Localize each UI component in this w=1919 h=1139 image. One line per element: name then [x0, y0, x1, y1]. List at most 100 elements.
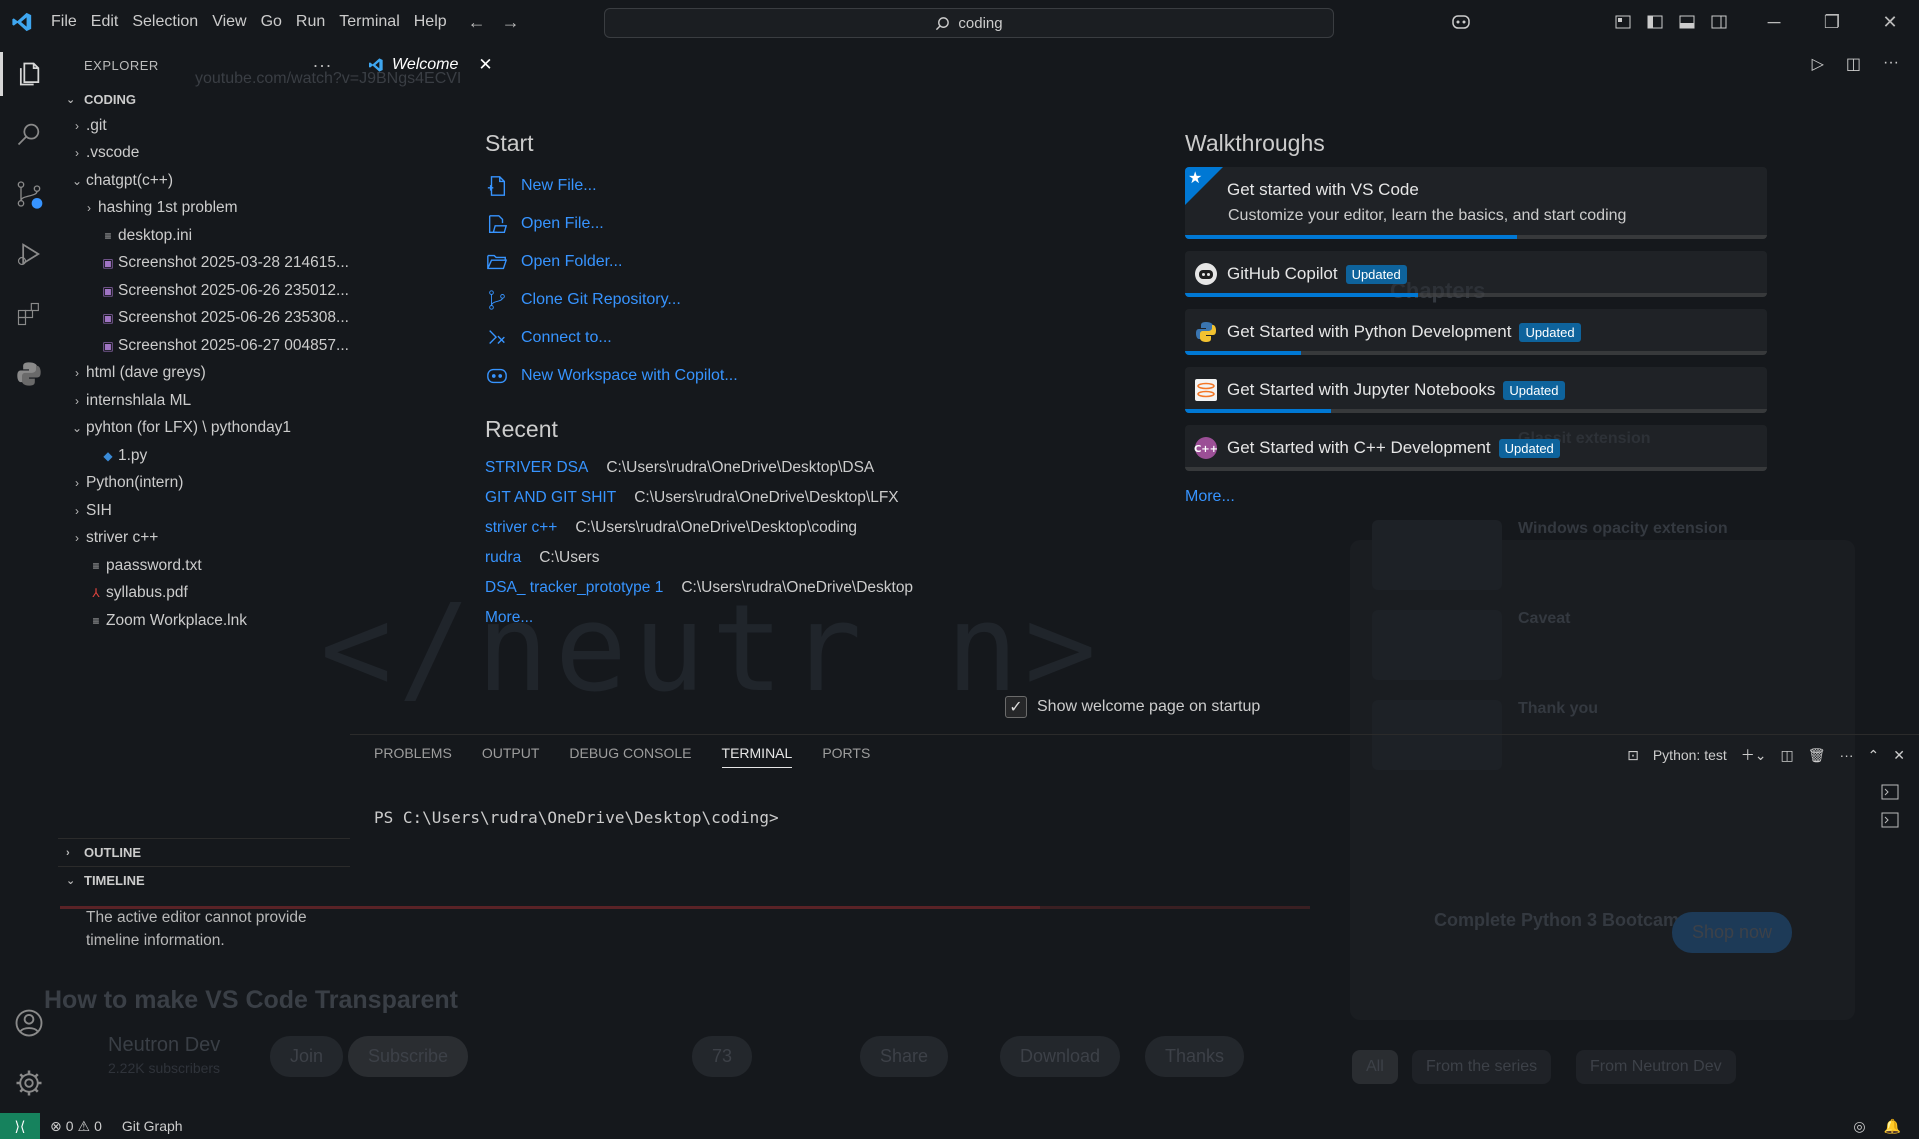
walkthrough-card[interactable]: Get Started with Jupyter Notebooks Update… [1185, 367, 1767, 413]
new-workspace-copilot-link[interactable]: New Workspace with Copilot... [485, 357, 1045, 395]
menu-selection[interactable]: Selection [125, 13, 205, 31]
terminal-instance-icon[interactable] [1881, 811, 1899, 829]
recent-item[interactable]: DSA_ tracker_prototype 1 C:\Users\rudra\O… [485, 573, 1045, 603]
tree-item[interactable]: ≡ desktop.ini [58, 222, 350, 250]
extensions-activity[interactable] [0, 284, 58, 344]
tree-item[interactable]: ▣ Screenshot 2025-06-26 235308... [58, 305, 350, 333]
close-button[interactable]: ✕ [1861, 0, 1919, 44]
tree-item[interactable]: ⌄ chatgpt(c++) [58, 167, 350, 195]
tree-item[interactable]: › .git [58, 112, 350, 140]
recent-item[interactable]: striver c++ C:\Users\rudra\OneDrive\Deskt… [485, 513, 1045, 543]
remote-indicator-icon[interactable]: ⟩⟨ [0, 1113, 40, 1139]
tab-welcome[interactable]: Welcome ✕ [360, 44, 501, 86]
menu-run[interactable]: Run [289, 13, 332, 31]
python-activity[interactable] [0, 344, 58, 404]
recent-more-link[interactable]: More... [485, 603, 1045, 633]
recent-item[interactable]: STRIVER DSA C:\Users\rudra\OneDrive\Deskt… [485, 453, 1045, 483]
recent-item[interactable]: rudra C:\Users [485, 543, 1045, 573]
recent-item-name[interactable]: STRIVER DSA [485, 459, 588, 477]
tree-item[interactable]: › .vscode [58, 140, 350, 168]
restore-button[interactable]: ❐ [1803, 0, 1861, 44]
back-arrow-icon[interactable]: ← [468, 12, 486, 33]
accounts-activity[interactable] [0, 993, 58, 1053]
run-python-icon[interactable]: ▷ [1812, 54, 1824, 74]
tab-ports[interactable]: PORTS [822, 745, 870, 768]
toggle-panel-icon[interactable] [1671, 6, 1703, 38]
notifications-bell-icon[interactable]: 🔔 [1884, 1118, 1901, 1135]
workspace-root[interactable]: ⌄ CODING [58, 86, 350, 112]
problems-status[interactable]: ⊗ 0 ⚠ 0 [40, 1118, 112, 1135]
menu-go[interactable]: Go [254, 13, 289, 31]
customize-layout-icon[interactable] [1607, 6, 1639, 38]
menu-view[interactable]: View [205, 13, 253, 31]
tree-item[interactable]: › striver c++ [58, 525, 350, 553]
close-tab-icon[interactable]: ✕ [478, 55, 492, 75]
tree-item[interactable]: ⅄ syllabus.pdf [58, 580, 350, 608]
walkthrough-card[interactable]: GitHub Copilot Updated [1185, 251, 1767, 297]
tree-item[interactable]: › internshlala ML [58, 387, 350, 415]
tree-item[interactable]: ▣ Screenshot 2025-03-28 214615... [58, 250, 350, 278]
tab-terminal[interactable]: TERMINAL [721, 745, 793, 768]
more-actions-icon[interactable]: ··· [1840, 747, 1854, 763]
menu-terminal[interactable]: Terminal [332, 13, 406, 31]
trash-icon[interactable]: 🗑 [1808, 747, 1826, 764]
terminal-name[interactable]: Python: test [1653, 747, 1727, 763]
search-activity[interactable] [0, 104, 58, 164]
toggle-sidebar-icon[interactable] [1639, 6, 1671, 38]
walkthrough-card[interactable]: C++ Get Started with C++ Development Updat… [1185, 425, 1767, 471]
more-actions-icon[interactable]: ··· [1883, 54, 1899, 74]
show-on-startup[interactable]: ✓ Show welcome page on startup [1005, 696, 1260, 718]
show-on-startup-checkbox[interactable]: ✓ [1005, 696, 1027, 718]
recent-item-name[interactable]: rudra [485, 549, 521, 567]
timeline-section[interactable]: ⌄ TIMELINE [58, 866, 350, 894]
open-folder-link[interactable]: Open Folder... [485, 243, 1045, 281]
outline-section[interactable]: › OUTLINE [58, 838, 350, 866]
split-editor-icon[interactable]: ◫ [1846, 54, 1861, 74]
toggle-secondary-sidebar-icon[interactable] [1703, 6, 1735, 38]
recent-item[interactable]: GIT AND GIT SHIT C:\Users\rudra\OneDrive\… [485, 483, 1045, 513]
command-center[interactable]: coding [604, 8, 1334, 38]
tree-item[interactable]: ≡ Zoom Workplace.lnk [58, 607, 350, 635]
terminal-prompt[interactable]: PS C:\Users\rudra\OneDrive\Desktop\codin… [374, 808, 779, 827]
tree-item[interactable]: › Python(intern) [58, 470, 350, 498]
walk-more-link[interactable]: More... [1185, 483, 1767, 511]
menu-edit[interactable]: Edit [84, 13, 126, 31]
explorer-activity[interactable] [0, 44, 58, 104]
tree-item[interactable]: › hashing 1st problem [58, 195, 350, 223]
tab-output[interactable]: OUTPUT [482, 745, 540, 768]
clone-repo-link[interactable]: Clone Git Repository... [485, 281, 1045, 319]
copilot-status-icon[interactable]: ◎ [1853, 1118, 1865, 1135]
tree-item[interactable]: › SIH [58, 497, 350, 525]
recent-item-name[interactable]: striver c++ [485, 519, 557, 537]
walkthrough-card[interactable]: Get Started with Python Development Updat… [1185, 309, 1767, 355]
tab-debug-console[interactable]: DEBUG CONSOLE [569, 745, 691, 768]
tree-item[interactable]: ≡ paassword.txt [58, 552, 350, 580]
more-actions-icon[interactable]: ··· [313, 55, 332, 76]
recent-item-name[interactable]: DSA_ tracker_prototype 1 [485, 579, 663, 597]
tree-item[interactable]: ◆ 1.py [58, 442, 350, 470]
forward-arrow-icon[interactable]: → [502, 12, 520, 33]
split-terminal-icon[interactable]: ◫ [1781, 747, 1794, 764]
copilot-icon[interactable] [1445, 6, 1477, 38]
tree-item[interactable]: ▣ Screenshot 2025-06-26 235012... [58, 277, 350, 305]
new-file-link[interactable]: New File... [485, 167, 1045, 205]
walkthrough-card[interactable]: ★ Get started with VS Code Customize your … [1185, 167, 1767, 239]
recent-item-name[interactable]: GIT AND GIT SHIT [485, 489, 616, 507]
source-control-activity[interactable] [0, 164, 58, 224]
git-graph-status[interactable]: Git Graph [112, 1118, 193, 1134]
tab-problems[interactable]: PROBLEMS [374, 745, 452, 768]
connect-to-link[interactable]: Connect to... [485, 319, 1045, 357]
open-file-link[interactable]: Open File... [485, 205, 1045, 243]
tree-item[interactable]: ▣ Screenshot 2025-06-27 004857... [58, 332, 350, 360]
tree-item[interactable]: ⌄ pyhton (for LFX) \ pythonday1 [58, 415, 350, 443]
maximize-panel-icon[interactable]: ⌃ [1868, 747, 1880, 764]
tree-item[interactable]: › html (dave greys) [58, 360, 350, 388]
terminal-instance-icon[interactable] [1881, 783, 1899, 801]
new-terminal-icon[interactable]: ＋⌄ [1741, 745, 1767, 765]
minimize-button[interactable]: ─ [1745, 0, 1803, 44]
close-panel-icon[interactable]: ✕ [1893, 747, 1905, 764]
menu-file[interactable]: File [44, 13, 84, 31]
run-debug-activity[interactable] [0, 224, 58, 284]
manage-activity[interactable] [0, 1053, 58, 1113]
menu-help[interactable]: Help [407, 13, 454, 31]
